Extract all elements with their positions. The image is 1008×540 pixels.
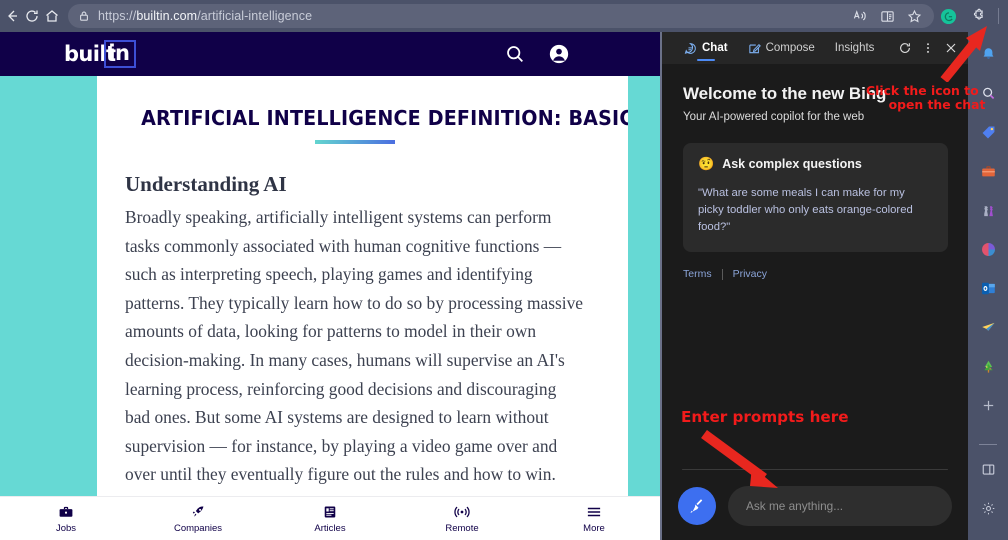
account-icon[interactable] xyxy=(548,43,570,65)
url-text: https://builtin.com/artificial-intellige… xyxy=(98,9,313,23)
tree-icon[interactable] xyxy=(974,352,1002,380)
bottom-nav-label: Articles xyxy=(314,523,346,534)
left-accent-band xyxy=(0,76,97,540)
tab-chat[interactable]: Chat xyxy=(674,32,738,64)
bing-tab-bar: Chat Compose Insights xyxy=(662,32,968,64)
refresh-icon[interactable] xyxy=(24,2,40,30)
bottom-nav-item-articles[interactable]: Articles xyxy=(264,503,396,534)
chat-bubble-icon xyxy=(684,42,697,55)
bottom-nav-item-remote[interactable]: Remote xyxy=(396,503,528,534)
lock-icon xyxy=(78,10,90,22)
suggestion-card-quote: "What are some meals I can make for my p… xyxy=(698,187,913,233)
suggestion-card-header: 🤨 Ask complex questions xyxy=(698,156,933,172)
immersive-reader-icon[interactable] xyxy=(880,9,895,24)
screenshot-root: https://builtin.com/artificial-intellige… xyxy=(0,0,1008,540)
settings-gear-icon[interactable] xyxy=(974,494,1002,522)
star-icon[interactable] xyxy=(907,9,922,24)
page-title: ARTIFICIAL INTELLIGENCE DEFINITION: BASI… xyxy=(141,106,628,130)
more-options-icon[interactable] xyxy=(921,41,935,55)
composer-divider xyxy=(682,469,948,470)
refresh-icon[interactable] xyxy=(898,41,912,55)
tab-label: Chat xyxy=(702,42,728,54)
notification-bell-icon[interactable] xyxy=(974,40,1002,68)
article-paragraph: Broadly speaking, artificially intellige… xyxy=(125,207,584,485)
privacy-link[interactable]: Privacy xyxy=(733,268,767,280)
page-viewport: built in ARTIFICIAL INTELLIGENCE DEFINIT… xyxy=(0,32,660,540)
legal-divider xyxy=(721,268,723,280)
search-icon[interactable] xyxy=(504,43,526,65)
broadcast-icon xyxy=(453,503,471,520)
chat-input-placeholder: Ask me anything... xyxy=(746,499,844,513)
tab-insights[interactable]: Insights xyxy=(825,32,885,64)
terms-link[interactable]: Terms xyxy=(683,268,712,280)
tab-label: Insights xyxy=(834,42,875,54)
read-aloud-icon[interactable] xyxy=(853,9,868,24)
url-path: /artificial-intelligence xyxy=(197,9,313,23)
add-icon[interactable] xyxy=(974,391,1002,419)
sweep-broom-icon[interactable] xyxy=(678,487,716,525)
article-subheading: Understanding AI xyxy=(125,172,287,196)
builtin-logo[interactable]: built in xyxy=(64,39,137,69)
site-bottom-nav: Jobs Companies Articles Remote More xyxy=(0,496,660,540)
grammarly-icon[interactable] xyxy=(934,2,962,30)
home-icon[interactable] xyxy=(44,2,60,30)
compose-pencil-icon xyxy=(748,42,761,55)
bottom-nav-item-more[interactable]: More xyxy=(528,503,660,534)
bing-chat-body: Welcome to the new Bing Your AI-powered … xyxy=(662,64,968,540)
article-container: ARTIFICIAL INTELLIGENCE DEFINITION: BASI… xyxy=(97,76,628,540)
split-pane-icon[interactable] xyxy=(974,455,1002,483)
site-header: built in xyxy=(0,32,660,76)
bottom-nav-item-companies[interactable]: Companies xyxy=(132,503,264,534)
briefcase-icon xyxy=(58,503,74,520)
thinking-face-emoji-icon: 🤨 xyxy=(698,156,715,171)
games-icon[interactable] xyxy=(974,196,1002,224)
suggestion-card[interactable]: 🤨 Ask complex questions "What are some m… xyxy=(683,143,948,252)
title-underline-rule xyxy=(314,140,395,144)
chat-composer: Ask me anything... xyxy=(678,486,952,526)
book-icon xyxy=(322,503,338,520)
outlook-icon[interactable] xyxy=(974,274,1002,302)
page-body: ARTIFICIAL INTELLIGENCE DEFINITION: BASI… xyxy=(0,76,660,540)
browser-toolbar: https://builtin.com/artificial-intellige… xyxy=(0,0,1008,32)
extensions-puzzle-icon[interactable] xyxy=(964,2,992,30)
send-plane-icon[interactable] xyxy=(974,313,1002,341)
sidebar-divider xyxy=(979,444,997,445)
shopping-tag-icon[interactable] xyxy=(974,118,1002,146)
right-accent-band xyxy=(628,76,660,540)
tab-label: Compose xyxy=(765,42,815,54)
bottom-nav-label: Remote xyxy=(445,523,479,534)
bing-welcome-title: Welcome to the new Bing xyxy=(683,84,887,103)
bottom-nav-item-jobs[interactable]: Jobs xyxy=(0,503,132,534)
search-icon[interactable] xyxy=(974,79,1002,107)
browser-extension-icons xyxy=(934,2,1008,30)
bing-tagline: Your AI-powered copilot for the web xyxy=(683,111,865,123)
office-icon[interactable] xyxy=(974,235,1002,263)
bottom-nav-label: More xyxy=(583,523,605,534)
suggestion-card-title: Ask complex questions xyxy=(722,157,862,171)
bottom-nav-label: Jobs xyxy=(55,523,77,534)
edge-sidebar xyxy=(968,32,1008,540)
hamburger-menu-icon xyxy=(585,503,603,520)
address-bar[interactable]: https://builtin.com/artificial-intellige… xyxy=(68,4,934,28)
url-domain: builtin.com xyxy=(136,9,198,23)
tools-briefcase-icon[interactable] xyxy=(974,157,1002,185)
bing-chat-panel: Chat Compose Insights Welcome to the new… xyxy=(660,32,968,540)
tab-compose[interactable]: Compose xyxy=(738,32,825,64)
chat-input[interactable]: Ask me anything... xyxy=(728,486,952,526)
rocket-icon xyxy=(190,503,206,520)
back-arrow-icon[interactable] xyxy=(4,2,20,30)
chat-composer-area: Ask me anything... xyxy=(662,469,968,540)
toolbar-divider xyxy=(998,8,999,24)
legal-links: Terms Privacy xyxy=(683,268,948,280)
close-icon[interactable] xyxy=(944,41,958,55)
logo-boxed-text: in xyxy=(104,39,137,69)
bottom-nav-label: Companies xyxy=(173,523,223,534)
